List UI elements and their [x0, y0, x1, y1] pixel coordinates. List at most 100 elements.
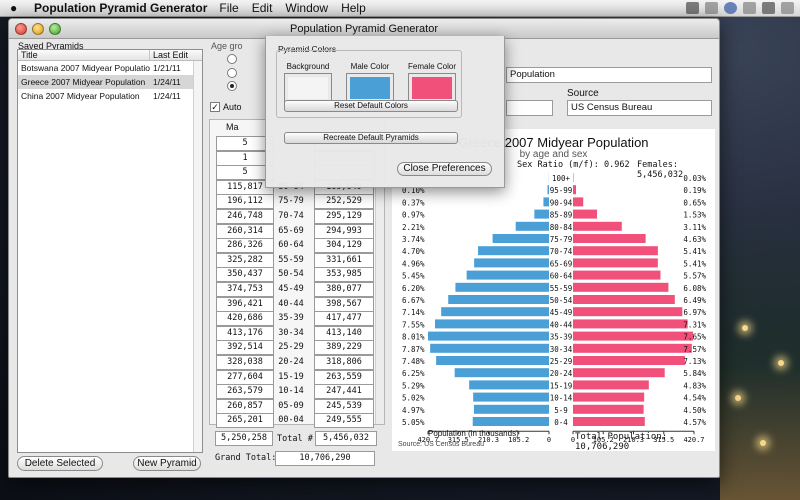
network-icon[interactable]	[724, 2, 737, 14]
column-last-edit-header[interactable]: Last Edit	[150, 50, 188, 60]
male-count-cell[interactable]: 260,314	[216, 223, 274, 239]
column-title-header[interactable]: Title	[18, 50, 150, 60]
saved-pyramids-scrollbar[interactable]	[193, 61, 202, 452]
age-group-label: 100+	[552, 174, 571, 183]
female-count-cell[interactable]: 417,477	[314, 311, 374, 327]
female-count-cell[interactable]: 331,661	[314, 252, 374, 268]
female-bar	[573, 356, 685, 365]
time-machine-icon[interactable]	[705, 2, 718, 14]
age-group-radio-2[interactable]	[227, 68, 237, 78]
age-group-cell: 35-39	[278, 313, 304, 324]
desktop-light	[742, 325, 748, 331]
male-percent-label: 4.96%	[402, 259, 425, 268]
female-count-cell[interactable]: 380,077	[314, 282, 374, 297]
age-group-label: 20-24	[550, 369, 573, 378]
female-count-cell[interactable]: 318,806	[314, 355, 374, 370]
age-group-cell: 55-59	[278, 254, 304, 265]
subtitle-field[interactable]	[506, 100, 553, 116]
age-group-label: Age gro	[211, 41, 243, 51]
male-count-cell[interactable]: 265,201	[216, 413, 274, 429]
male-bar	[454, 368, 549, 378]
female-color-well[interactable]	[408, 73, 456, 103]
female-count-cell[interactable]: 295,129	[314, 209, 374, 224]
battery-icon[interactable]	[762, 2, 775, 14]
total-label: Total #	[277, 434, 313, 444]
delete-selected-button[interactable]: Delete Selected	[17, 456, 103, 471]
auto-checkbox[interactable]: ✓	[210, 102, 220, 112]
female-bar	[573, 307, 683, 317]
female-count-cell[interactable]: 389,229	[314, 340, 374, 356]
menu-window[interactable]: Window	[285, 1, 328, 15]
menu-help[interactable]: Help	[341, 1, 366, 15]
female-bar	[573, 258, 658, 268]
saved-pyramids-table[interactable]: Title Last Edit Botswana 2007 Midyear Po…	[17, 49, 203, 453]
female-bar	[573, 417, 645, 426]
apple-logo-icon[interactable]: ●	[10, 1, 24, 15]
female-count-cell[interactable]: 247,441	[314, 384, 374, 400]
menu-app-name[interactable]: Population Pyramid Generator	[34, 1, 207, 15]
age-group-label: 95-99	[550, 186, 573, 195]
female-count-cell[interactable]: 413,140	[314, 325, 374, 341]
bluetooth-icon[interactable]	[686, 2, 699, 14]
saved-pyramid-row[interactable]: Botswana 2007 Midyear Population 1/21/11	[18, 61, 202, 75]
female-count-cell[interactable]: 304,129	[314, 238, 374, 254]
title-field[interactable]: Population	[506, 67, 712, 83]
male-count-cell[interactable]: 246,748	[216, 209, 274, 224]
age-group-cell: 30-34	[278, 327, 304, 338]
source-field[interactable]: US Census Bureau	[567, 100, 712, 116]
male-count-cell[interactable]: 286,326	[216, 238, 274, 254]
female-bar	[573, 270, 661, 280]
age-group-label: 5-9	[554, 406, 568, 415]
male-percent-label: 3.74%	[402, 235, 425, 244]
male-count-cell[interactable]: 420,686	[216, 311, 274, 327]
recreate-default-pyramids-button[interactable]: Recreate Default Pyramids	[284, 132, 458, 144]
male-count-cell[interactable]: 277,604	[216, 369, 274, 385]
minimize-window-button[interactable]	[32, 23, 44, 35]
male-percent-label: 0.37%	[402, 198, 425, 207]
zoom-window-button[interactable]	[49, 23, 61, 35]
age-group-label: 55-59	[550, 284, 573, 293]
new-pyramid-button[interactable]: New Pyramid	[133, 456, 201, 471]
x-axis-label: Population (in thousands)	[428, 429, 519, 438]
menu-extras	[686, 2, 794, 14]
reset-default-colors-button[interactable]: Reset Default Colors	[284, 100, 458, 112]
male-count-cell[interactable]: 392,514	[216, 340, 274, 356]
male-count-cell[interactable]: 413,176	[216, 325, 274, 341]
saved-pyramid-row[interactable]: China 2007 Midyear Population 1/24/11	[18, 89, 202, 103]
age-group-label: 60-64	[550, 272, 573, 281]
male-count-cell[interactable]: 325,282	[216, 252, 274, 268]
male-count-cell[interactable]: 196,112	[216, 194, 274, 210]
volume-icon[interactable]	[781, 2, 794, 14]
male-bar	[515, 221, 549, 231]
male-count-cell[interactable]: 263,579	[216, 384, 274, 400]
male-count-cell[interactable]: 260,857	[216, 398, 274, 414]
age-group-label: 65-69	[550, 259, 573, 268]
female-bar	[573, 404, 644, 414]
female-count-cell[interactable]: 263,559	[314, 369, 374, 385]
female-count-cell[interactable]: 398,567	[314, 296, 374, 312]
close-window-button[interactable]	[15, 23, 27, 35]
female-count-cell[interactable]: 294,993	[314, 223, 374, 239]
male-count-cell[interactable]: 350,437	[216, 267, 274, 283]
close-preferences-button[interactable]: Close Preferences	[397, 162, 492, 176]
male-column-header: Ma	[226, 122, 239, 132]
age-group-radio-1[interactable]	[227, 54, 237, 64]
male-count-cell[interactable]: 396,421	[216, 296, 274, 312]
saved-pyramid-date: 1/24/11	[153, 77, 181, 87]
menu-file[interactable]: File	[219, 1, 238, 15]
female-count-cell[interactable]: 249,555	[314, 413, 374, 429]
male-count-cell[interactable]: 328,038	[216, 355, 274, 370]
spaces-icon[interactable]	[743, 2, 756, 14]
saved-pyramid-row[interactable]: Greece 2007 Midyear Population 1/24/11	[18, 75, 202, 89]
male-count-cell[interactable]: 374,753	[216, 282, 274, 297]
age-group-radio-3[interactable]	[227, 81, 237, 91]
male-percent-label: 7.14%	[402, 308, 425, 317]
female-count-cell[interactable]: 353,985	[314, 267, 374, 283]
background-color-well[interactable]	[284, 73, 332, 103]
female-count-cell[interactable]: 252,529	[314, 194, 374, 210]
male-color-well[interactable]	[346, 73, 394, 103]
menu-edit[interactable]: Edit	[252, 1, 273, 15]
male-bar	[492, 234, 549, 243]
female-count-cell[interactable]: 245,539	[314, 398, 374, 414]
female-percent-label: 6.08%	[683, 284, 706, 293]
